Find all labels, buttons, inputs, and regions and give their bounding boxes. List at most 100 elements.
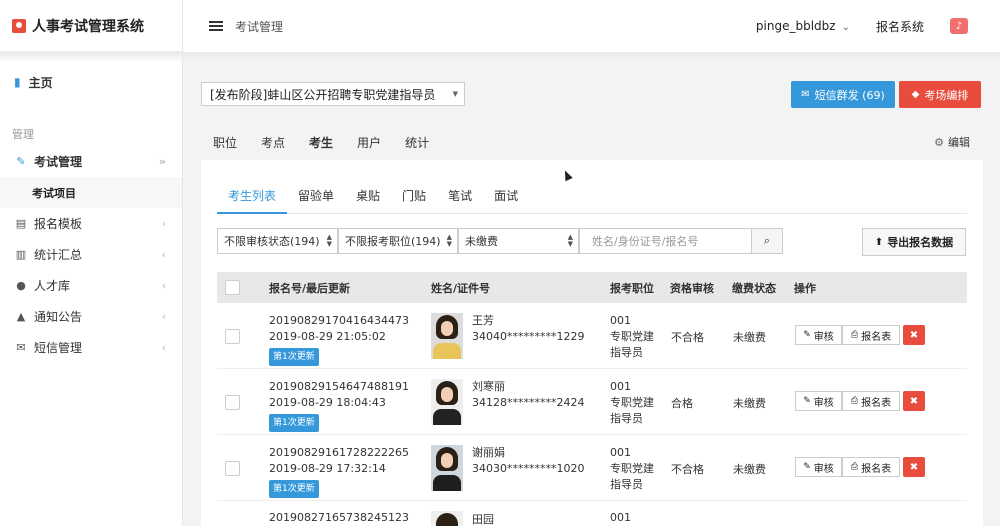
qualification-status: 不合格 [671, 463, 704, 476]
candidate-info: 刘寒丽 34128*********2424 [472, 379, 585, 411]
id-number: 34030*********1020 [472, 462, 585, 475]
form-label: 报名表 [861, 463, 892, 475]
project-select[interactable]: [发布阶段]蚌山区公开招聘专职党建指导员 ▼ [201, 82, 465, 106]
print-icon: ⎙ [850, 462, 859, 472]
application-form-button[interactable]: ⎙ 报名表 [842, 325, 900, 345]
sidebar-item-talent-pool[interactable]: ● 人才库 ‹ [0, 270, 182, 301]
sidebar-item-label: 人才库 [34, 279, 71, 293]
tab-written-exam[interactable]: 笔试 [437, 184, 483, 214]
exam-room-arrange-button[interactable]: ◆ 考场编排 [899, 81, 981, 108]
last-updated: 2019-08-29 18:04:43 [269, 396, 386, 409]
username: pinge_bbldbz [755, 19, 836, 33]
select-all-checkbox[interactable] [225, 280, 240, 295]
position-value: 不限报考职位(194) [345, 235, 441, 248]
candidate-photo [431, 313, 463, 359]
last-updated: 2019-08-29 17:32:14 [269, 462, 386, 475]
review-button[interactable]: ✎ 审核 [795, 325, 842, 345]
close-icon: ✖ [909, 461, 919, 473]
envelope-icon: ✉ [801, 89, 810, 100]
column-header: 姓名/证件号 [431, 281, 491, 295]
top-tabs: 职位 考点 考生 用户 统计 [213, 134, 453, 151]
filter-bar: 不限审核状态(194) ▲ ▼ 不限报考职位(194) ▲ ▼ 未缴费 ▲ ▼ 姓名/… [217, 228, 783, 254]
search-input[interactable]: 姓名/身份证号/报名号 [579, 228, 751, 254]
bar-chart-icon: ▥ [15, 248, 27, 261]
sidebar-item-sms[interactable]: ✉ 短信管理 ‹ [0, 332, 182, 363]
user-menu[interactable]: pinge_bbldbz ⌄ [756, 19, 850, 33]
brand: 人事考试管理系统 [0, 0, 182, 52]
chevron-left-icon: ‹ [161, 341, 166, 354]
tab-interview[interactable]: 面试 [483, 184, 529, 214]
position-name: 专职党建 [610, 462, 654, 475]
tab-users[interactable]: 用户 [357, 134, 381, 151]
sidebar-item-registration-template[interactable]: ▤ 报名模板 ‹ [0, 208, 182, 239]
row-checkbox[interactable] [225, 329, 240, 344]
close-icon: ✖ [909, 395, 919, 407]
position-name: 指导员 [610, 478, 643, 491]
chevron-left-icon: ‹ [161, 310, 166, 323]
tab-check-form[interactable]: 留验单 [287, 184, 345, 214]
sidebar-section-label: 管理 [12, 128, 34, 141]
sms-broadcast-button[interactable]: ✉ 短信群发 (69) [791, 81, 895, 108]
tab-statistics[interactable]: 统计 [405, 134, 429, 151]
position-code: 001 [610, 380, 631, 393]
search-button[interactable]: ⌕ [751, 228, 783, 254]
chevron-down-icon: ⌄ [841, 22, 850, 33]
tab-door-label[interactable]: 门贴 [391, 184, 437, 214]
candidate-name: 刘寒丽 [472, 380, 505, 393]
page-title: 考试管理 [235, 19, 284, 34]
tab-exam-sites[interactable]: 考点 [261, 134, 285, 151]
export-data-button[interactable]: ⬆ 导出报名数据 [862, 228, 966, 256]
sidebar-item-label: 主页 [28, 75, 53, 90]
hamburger-menu-icon[interactable] [209, 21, 223, 31]
review-button[interactable]: ✎ 审核 [795, 391, 842, 411]
application-form-button[interactable]: ⎙ 报名表 [842, 457, 900, 477]
row-checkbox[interactable] [225, 461, 240, 476]
sidebar-item-label: 统计汇总 [34, 248, 83, 262]
tab-desk-label[interactable]: 桌贴 [345, 184, 391, 214]
registration-number: 20190827165738245123 [269, 511, 409, 524]
review-label: 审核 [813, 397, 834, 409]
review-status-select[interactable]: 不限审核状态(194) ▲ ▼ [217, 228, 338, 254]
chevron-left-icon: ‹ [161, 279, 166, 292]
sidebar-item-label: 考试管理 [34, 155, 83, 169]
table-row: 20190829154647488191 2019-08-29 18:04:43… [217, 369, 967, 435]
upload-icon: ⬆ [874, 236, 884, 248]
chevron-left-icon: ‹ [161, 217, 166, 230]
users-icon: ● [16, 279, 26, 292]
delete-button[interactable]: ✖ [903, 325, 925, 345]
tab-candidate-list[interactable]: 考生列表 [217, 184, 288, 214]
registration-info: 20190829154647488191 2019-08-29 18:04:43… [269, 379, 409, 432]
application-form-button[interactable]: ⎙ 报名表 [842, 391, 900, 411]
cube-icon: ◆ [911, 89, 920, 100]
sidebar: 人事考试管理系统 ▮ 主页 管理 ✎ 考试管理 » 考试项目 ▤ 报名模板 ‹ … [0, 0, 183, 526]
payment-status-select[interactable]: 未缴费 ▲ ▼ [458, 228, 579, 254]
main-content: [发布阶段]蚌山区公开招聘专职党建指导员 ▼ ✉ 短信群发 (69) ◆ 考场编排 … [183, 52, 1000, 526]
position-code: 001 [610, 314, 631, 327]
edit-link[interactable]: ⚙ 编辑 [934, 134, 970, 150]
registration-system-link[interactable]: 报名系统 [876, 18, 924, 35]
delete-button[interactable]: ✖ [903, 391, 925, 411]
sidebar-item-statistics[interactable]: ▥ 统计汇总 ‹ [0, 239, 182, 270]
tab-positions[interactable]: 职位 [213, 134, 237, 151]
edit-icon: ✎ [803, 462, 811, 472]
sidebar-subitem-exam-project[interactable]: 考试项目 [0, 177, 182, 208]
registration-number: 20190829170416434473 [269, 314, 409, 327]
chevron-left-icon: ‹ [161, 248, 166, 261]
position-select[interactable]: 不限报考职位(194) ▲ ▼ [338, 228, 458, 254]
sub-tabs: 考生列表 留验单 桌贴 门贴 笔试 面试 [217, 184, 967, 214]
sidebar-item-exam-management[interactable]: ✎ 考试管理 » [0, 146, 182, 177]
position-info: 001 专职党建 指导员 [610, 313, 654, 361]
review-button[interactable]: ✎ 审核 [795, 457, 842, 477]
print-icon: ⎙ [850, 396, 859, 406]
edit-icon: ✎ [803, 396, 811, 406]
sidebar-item-label: 通知公告 [34, 310, 83, 324]
top-bar: 考试管理 pinge_bbldbz ⌄ 报名系统 ♪ [183, 0, 1000, 52]
notification-bell-icon[interactable]: ♪ [950, 18, 968, 34]
tab-candidates[interactable]: 考生 [309, 134, 333, 151]
delete-button[interactable]: ✖ [903, 457, 925, 477]
position-info: 001 专职党建 指导员 [610, 379, 654, 427]
row-checkbox[interactable] [225, 395, 240, 410]
column-header: 报名号/最后更新 [269, 281, 351, 295]
sidebar-item-announcements[interactable]: ▲ 通知公告 ‹ [0, 301, 182, 332]
last-updated: 2019-08-29 21:05:02 [269, 330, 386, 343]
